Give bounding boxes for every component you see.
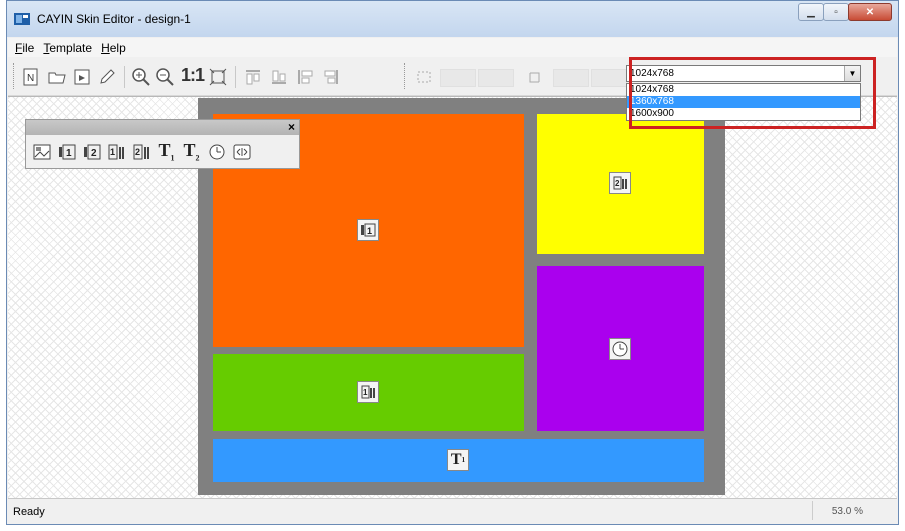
chevron-down-icon: ▼ [848, 69, 857, 78]
resolution-dropdown-list: 1024x768 1360x768 1600x900 [626, 83, 861, 121]
add-video-2-button[interactable]: 2 [80, 140, 103, 163]
zone-tools-palette: × 1 2 1 2 T1 T2 [25, 119, 300, 169]
zoom-in-icon [132, 68, 150, 86]
position-x-field[interactable] [440, 69, 476, 87]
align-bottom-icon [272, 70, 286, 84]
zoom-level: 53.0 % [831, 506, 863, 517]
align-left-button[interactable] [294, 66, 316, 88]
align-left-icon [298, 70, 313, 84]
toolbar-grip[interactable] [13, 63, 17, 89]
svg-text:2: 2 [135, 147, 140, 157]
text-1-icon: T1 [158, 140, 175, 163]
add-text-2-button[interactable]: T2 [180, 140, 203, 163]
title-bar[interactable]: CAYIN Skin Editor - design-1 ▁ ▫ ✕ [7, 1, 898, 37]
align-top-button[interactable] [242, 66, 264, 88]
new-document-icon: N [23, 68, 38, 86]
toolbar-grip[interactable] [404, 63, 408, 89]
pencil-icon [100, 69, 115, 84]
status-text: Ready [13, 506, 45, 518]
image-2-icon: 2 [133, 144, 149, 159]
palette-close-button[interactable]: × [288, 120, 295, 135]
window-title: CAYIN Skin Editor - design-1 [37, 12, 191, 26]
resolution-selected-value: 1024x768 [630, 68, 674, 79]
add-clock-button[interactable] [205, 140, 228, 163]
image-2-icon: 2 [609, 172, 631, 194]
add-image-1-button[interactable]: 1 [105, 140, 128, 163]
clock-icon [209, 144, 224, 159]
align-top-icon [246, 70, 260, 85]
resolution-option[interactable]: 1024x768 [627, 84, 860, 96]
position-button[interactable] [413, 66, 435, 88]
svg-text:1: 1 [367, 226, 372, 236]
menu-file[interactable]: File [15, 41, 34, 55]
add-web-button[interactable] [230, 140, 253, 163]
image-zone-2[interactable]: 2 [537, 114, 704, 254]
zoom-out-icon [156, 68, 174, 86]
svg-text:2: 2 [91, 148, 97, 159]
palette-title-bar[interactable]: × [26, 120, 299, 135]
background-icon [33, 144, 50, 159]
resolution-option[interactable]: 1360x768 [627, 96, 860, 108]
save-button[interactable] [71, 66, 93, 88]
zoom-out-button[interactable] [154, 66, 176, 88]
menu-help[interactable]: Help [101, 41, 126, 55]
svg-text:2: 2 [615, 179, 620, 188]
toolbar-separator [235, 66, 236, 88]
video-1-icon: 1 [58, 144, 75, 159]
maximize-icon: ▫ [834, 6, 838, 18]
align-right-button[interactable] [320, 66, 342, 88]
size-icon [529, 72, 540, 83]
open-button[interactable] [46, 66, 68, 88]
size-button[interactable] [524, 66, 546, 88]
menu-template[interactable]: Template [43, 41, 92, 55]
position-icon [417, 71, 431, 83]
video-2-icon: 2 [83, 144, 100, 159]
add-video-1-button[interactable]: 1 [55, 140, 78, 163]
close-button[interactable]: ✕ [848, 3, 892, 21]
app-logo-icon [14, 13, 30, 25]
maximize-button[interactable]: ▫ [823, 3, 849, 21]
zoom-in-button[interactable] [130, 66, 152, 88]
resolution-select[interactable]: 1024x768 ▼ [626, 65, 861, 82]
text-zone-1[interactable]: T1 [213, 439, 704, 482]
minimize-icon: ▁ [807, 6, 815, 18]
image-zone-1[interactable]: 1 [213, 354, 524, 431]
zoom-panel: 53.0 % [812, 501, 893, 520]
save-icon [74, 69, 90, 85]
toolbar-separator [124, 66, 125, 88]
align-bottom-button[interactable] [268, 66, 290, 88]
video-1-icon: 1 [357, 219, 379, 241]
add-image-2-button[interactable]: 2 [130, 140, 153, 163]
image-1-icon: 1 [357, 381, 379, 403]
web-icon [233, 144, 250, 159]
image-1-icon: 1 [108, 144, 124, 159]
edit-button[interactable] [96, 66, 118, 88]
new-button[interactable]: N [20, 66, 42, 88]
svg-text:1: 1 [110, 147, 115, 157]
add-text-1-button[interactable]: T1 [155, 140, 178, 163]
zoom-actual-size-button[interactable]: 1:1 [181, 65, 205, 86]
align-right-icon [324, 70, 338, 84]
size-height-field[interactable] [591, 69, 627, 87]
clock-icon [609, 338, 631, 360]
resolution-option[interactable]: 1600x900 [627, 108, 860, 120]
fit-window-icon [209, 68, 227, 86]
fit-window-button[interactable] [207, 66, 229, 88]
minimize-button[interactable]: ▁ [798, 3, 824, 21]
position-y-field[interactable] [478, 69, 514, 87]
svg-text:1: 1 [363, 388, 368, 397]
size-width-field[interactable] [553, 69, 589, 87]
dropdown-arrow-button[interactable]: ▼ [844, 66, 860, 81]
svg-text:1: 1 [66, 148, 72, 159]
text-2-icon: T2 [183, 140, 200, 163]
add-background-button[interactable] [30, 140, 53, 163]
svg-text:N: N [27, 73, 34, 84]
text-1-icon: T1 [447, 449, 469, 471]
open-folder-icon [48, 72, 66, 84]
status-bar: Ready 53.0 % [8, 498, 897, 523]
menu-bar: File Template Help [8, 38, 897, 57]
clock-zone[interactable] [537, 266, 704, 431]
close-icon: ✕ [865, 6, 875, 18]
